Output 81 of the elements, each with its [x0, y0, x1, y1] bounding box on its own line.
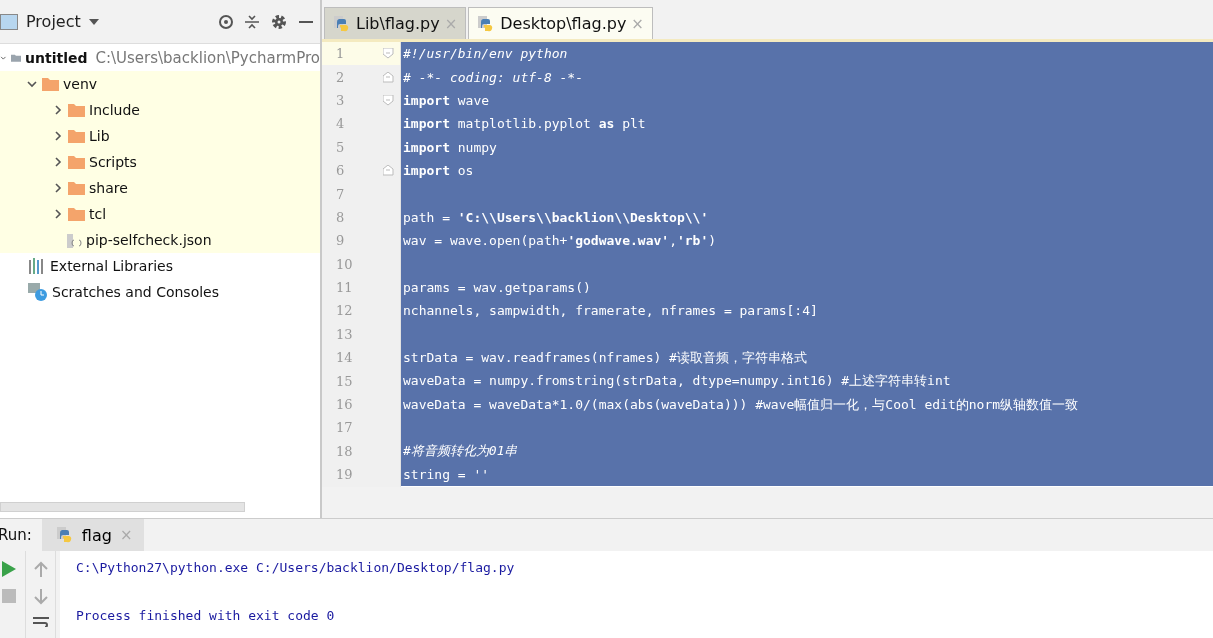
tree-item[interactable]: tcl: [0, 201, 320, 227]
line-number: 10: [336, 256, 353, 272]
dropdown-caret-icon[interactable]: [88, 18, 99, 25]
code-comment: # -*- coding: utf-8 -*-: [403, 69, 583, 85]
python-file-icon: [55, 526, 74, 544]
code-line: string = '': [403, 467, 490, 483]
line-number: 8: [336, 209, 345, 225]
folder-icon: [68, 155, 85, 169]
code-comment: #将音频转化为01串: [403, 442, 518, 461]
line-number: 9: [336, 233, 345, 249]
code-line: strData = wav.readframes(nframes) #读取音频，字符串格式: [403, 348, 807, 367]
line-number: 2: [336, 69, 345, 85]
code-line: import os: [403, 163, 474, 179]
tree-item[interactable]: share: [0, 175, 320, 201]
console-output: Process finished with exit code 0: [76, 607, 335, 623]
line-number: 1: [336, 46, 345, 62]
folder-icon: [68, 129, 85, 143]
line-number: 15: [336, 373, 353, 389]
line-number: 19: [336, 467, 353, 483]
line-number: 13: [336, 326, 353, 342]
collapse-icon[interactable]: [244, 13, 260, 30]
json-file-icon: [66, 231, 82, 249]
code-line: waveData = waveData*1.0/(max(abs(waveData))) #wave幅值归一化，与Cool edit的norm纵轴数值一致: [403, 395, 1079, 414]
tree-item[interactable]: Lib: [0, 123, 320, 149]
fold-marker-icon[interactable]: [383, 71, 394, 83]
run-tab[interactable]: flag ×: [41, 519, 145, 551]
folder-icon: [42, 77, 59, 91]
tree-item[interactable]: venv: [0, 71, 320, 97]
code-line: import matplotlib.pyplot as plt: [403, 116, 646, 132]
chevron-down-icon[interactable]: [26, 78, 38, 90]
line-number: 6: [336, 163, 345, 179]
window-icon: [0, 13, 18, 30]
editor-tab[interactable]: Lib\flag.py ×: [324, 7, 467, 39]
project-title[interactable]: Project: [26, 12, 81, 31]
run-label: Run:: [0, 526, 32, 544]
line-number: 16: [336, 397, 353, 413]
folder-icon: [68, 103, 85, 117]
code-line: import wave: [403, 92, 490, 108]
tree-item[interactable]: Scripts: [0, 149, 320, 175]
wrap-icon[interactable]: [32, 617, 49, 627]
tree-item[interactable]: Scratches and Consoles: [0, 279, 320, 305]
editor-tab[interactable]: Desktop\flag.py ×: [468, 7, 653, 39]
line-number: 3: [336, 92, 345, 108]
chevron-right-icon[interactable]: [52, 104, 64, 116]
fold-marker-icon[interactable]: [383, 48, 394, 60]
code-comment: #!/usr/bin/env python: [403, 46, 568, 62]
chevron-right-icon[interactable]: [52, 156, 64, 168]
tree-item[interactable]: External Libraries: [0, 253, 320, 279]
line-number: 14: [336, 350, 353, 366]
tree-item[interactable]: Include: [0, 97, 320, 123]
locate-icon[interactable]: [218, 13, 234, 30]
scratches-icon: [28, 283, 48, 301]
python-file-icon: [333, 14, 351, 33]
code-line: wav = wave.open(path+'godwave.wav','rb'): [403, 233, 717, 249]
settings-icon[interactable]: [270, 12, 288, 31]
code-line: import numpy: [403, 139, 497, 155]
line-number: 18: [336, 443, 353, 459]
tree-item[interactable]: pip-selfcheck.json: [0, 227, 320, 253]
code-line: waveData = numpy.fromstring(strData, dtype=numpy.int16) #上述字符串转int: [403, 372, 951, 391]
play-icon[interactable]: [1, 561, 16, 577]
folder-icon: [68, 207, 85, 221]
line-number: 5: [336, 139, 345, 155]
line-number: 12: [336, 303, 353, 319]
console-output: C:\Python27\python.exe C:/Users/backlion/Desktop/flag.py: [76, 559, 515, 575]
code-line: path = 'C:\\Users\\backlion\\Desktop\\': [403, 209, 709, 225]
line-number: 17: [336, 420, 353, 436]
project-path: C:\Users\backlion\PycharmPro: [95, 49, 320, 67]
scrollbar[interactable]: [0, 502, 245, 512]
line-number: 7: [336, 186, 345, 202]
code-line: nchannels, sampwidth, framerate, nframes = params[:4]: [403, 303, 818, 319]
tree-item[interactable]: untitled C:\Users\backlion\PycharmPro: [0, 45, 320, 71]
fold-marker-icon[interactable]: [383, 94, 394, 106]
chevron-right-icon[interactable]: [52, 208, 64, 220]
line-number: 4: [336, 116, 345, 132]
line-number: 11: [336, 280, 353, 296]
folder-icon: [68, 181, 85, 195]
code-line: params = wav.getparams(): [403, 280, 591, 296]
fold-marker-icon[interactable]: [383, 165, 394, 177]
chevron-right-icon[interactable]: [52, 182, 64, 194]
library-icon: [28, 258, 46, 274]
chevron-right-icon[interactable]: [52, 130, 64, 142]
